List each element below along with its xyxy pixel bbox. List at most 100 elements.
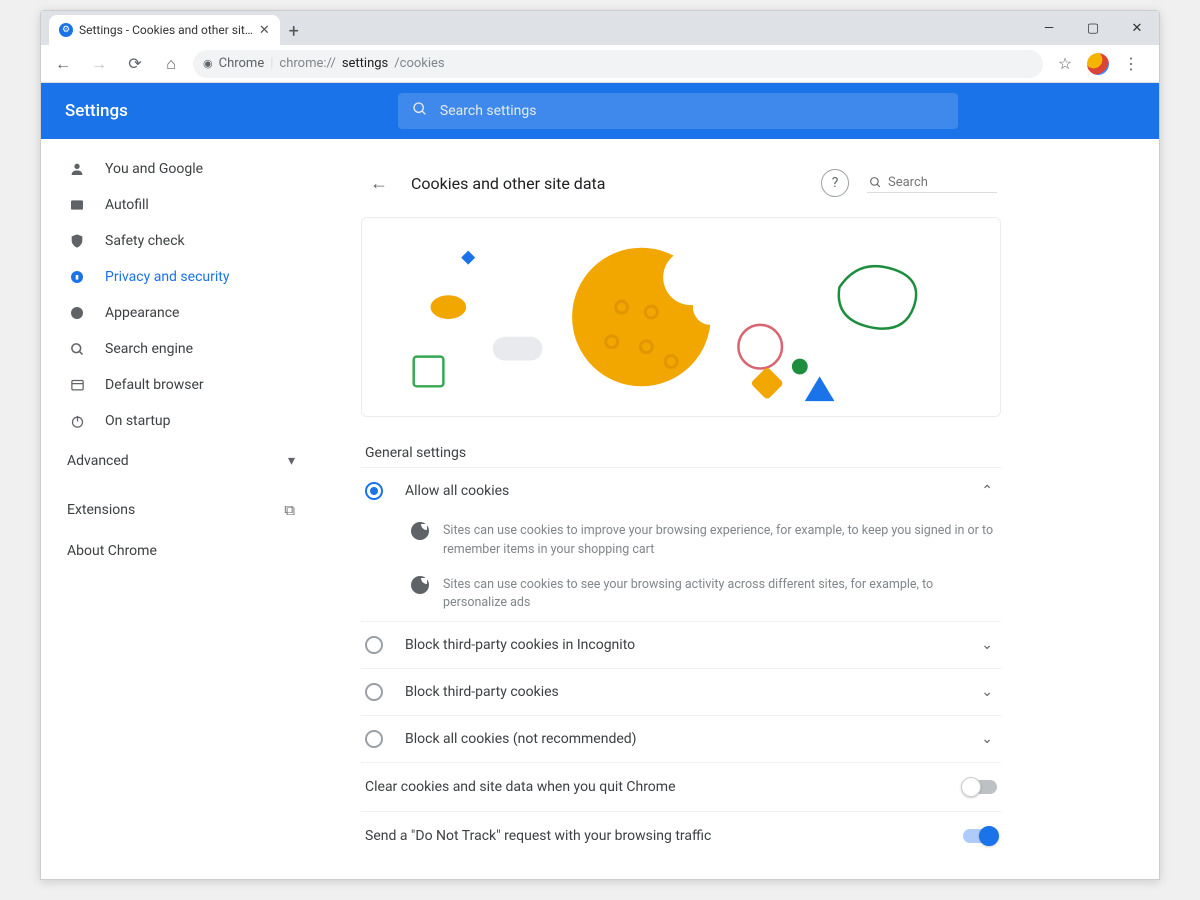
about-label: About Chrome (67, 543, 157, 559)
tab-title: Settings - Cookies and other sit… (79, 23, 253, 37)
page-search-input[interactable] (888, 175, 978, 190)
maximize-button[interactable]: ▢ (1071, 11, 1115, 45)
sidebar-item-label: Appearance (105, 305, 179, 321)
browser-menu-icon[interactable]: ⋮ (1117, 50, 1145, 78)
bookmark-star-icon[interactable]: ☆ (1051, 50, 1079, 78)
radio-label: Block third-party cookies (405, 684, 977, 700)
forward-button[interactable]: → (85, 50, 113, 78)
sidebar-item-label: Autofill (105, 197, 149, 213)
cookie-option-allow-all[interactable]: Allow all cookies ⌃ (361, 467, 1001, 514)
cookie-bullet-icon (411, 522, 429, 540)
cookie-bullet-icon (411, 576, 429, 594)
person-icon (67, 161, 87, 177)
page-back-button[interactable]: ← (365, 169, 393, 197)
option-description: Sites can use cookies to see your browsi… (361, 568, 1001, 622)
settings-search-input[interactable] (440, 103, 944, 119)
close-tab-icon[interactable]: ✕ (259, 23, 270, 38)
search-icon (67, 342, 87, 357)
home-button[interactable]: ⌂ (157, 50, 185, 78)
sidebar-extensions-link[interactable]: Extensions ⧉ (41, 489, 321, 531)
appearance-icon (67, 305, 87, 321)
autofill-icon (67, 197, 87, 213)
switch-on-icon[interactable] (963, 829, 997, 843)
extensions-label: Extensions (67, 502, 135, 518)
browser-toolbar: ← → ⟳ ⌂ ◉ Chrome | chrome://settings/coo… (41, 45, 1159, 83)
cookie-hero-illustration (361, 217, 1001, 417)
chevron-up-icon[interactable]: ⌃ (977, 483, 997, 499)
search-icon (869, 176, 882, 189)
url-host: settings (342, 56, 388, 71)
address-bar[interactable]: ◉ Chrome | chrome://settings/cookies (193, 50, 1043, 78)
toggle-label: Clear cookies and site data when you qui… (365, 779, 963, 795)
tab-strip: ⚙ Settings - Cookies and other sit… ✕ + … (41, 11, 1159, 45)
sidebar-item-autofill[interactable]: Autofill (41, 187, 321, 223)
url-scheme: chrome:// (279, 56, 335, 71)
switch-off-icon[interactable] (963, 780, 997, 794)
radio-label: Block third-party cookies in Incognito (405, 637, 977, 653)
page-title: Cookies and other site data (411, 174, 605, 193)
settings-sidebar: You and Google Autofill Safety check Pri… (41, 139, 321, 879)
shield-check-icon (67, 233, 87, 249)
description-text: Sites can use cookies to improve your br… (443, 522, 997, 560)
chevron-down-icon[interactable]: ⌄ (977, 684, 997, 700)
radio-label: Block all cookies (not recommended) (405, 731, 977, 747)
description-text: Sites can use cookies to see your browsi… (443, 576, 997, 614)
radio-unselected-icon[interactable] (365, 683, 383, 701)
page-search[interactable] (867, 173, 997, 193)
security-icon (67, 269, 87, 285)
profile-avatar[interactable] (1087, 53, 1109, 75)
cookie-option-block-3p-incognito[interactable]: Block third-party cookies in Incognito ⌄ (361, 621, 1001, 668)
sidebar-item-you-and-google[interactable]: You and Google (41, 151, 321, 187)
window-controls: — ▢ ✕ (1027, 11, 1159, 45)
option-description: Sites can use cookies to improve your br… (361, 514, 1001, 568)
sidebar-about-link[interactable]: About Chrome (41, 531, 321, 571)
advanced-label: Advanced (67, 453, 129, 469)
site-info-icon[interactable]: ◉ (203, 57, 213, 70)
sidebar-item-default-browser[interactable]: Default browser (41, 367, 321, 403)
sidebar-item-label: Search engine (105, 341, 193, 357)
toggle-clear-on-quit[interactable]: Clear cookies and site data when you qui… (361, 762, 1001, 811)
browser-window: ⚙ Settings - Cookies and other sit… ✕ + … (40, 10, 1160, 880)
chevron-down-icon: ▾ (288, 453, 295, 469)
sidebar-item-label: You and Google (105, 161, 203, 177)
new-tab-button[interactable]: + (280, 17, 308, 45)
sidebar-item-label: Safety check (105, 233, 185, 249)
sidebar-item-label: On startup (105, 413, 171, 429)
close-window-button[interactable]: ✕ (1115, 11, 1159, 45)
browser-tab[interactable]: ⚙ Settings - Cookies and other sit… ✕ (49, 15, 280, 45)
minimize-button[interactable]: — (1027, 11, 1071, 45)
url-path: /cookies (394, 56, 444, 71)
omnibox-security-label: Chrome (219, 56, 265, 71)
cookie-option-block-all[interactable]: Block all cookies (not recommended) ⌄ (361, 715, 1001, 762)
chevron-down-icon[interactable]: ⌄ (977, 637, 997, 653)
chevron-down-icon[interactable]: ⌄ (977, 731, 997, 747)
page-header: ← Cookies and other site data ? (361, 151, 1001, 209)
sidebar-item-safety-check[interactable]: Safety check (41, 223, 321, 259)
browser-icon (67, 378, 87, 393)
radio-label: Allow all cookies (405, 483, 977, 499)
search-icon (412, 101, 428, 121)
help-icon[interactable]: ? (821, 169, 849, 197)
toggle-do-not-track[interactable]: Send a "Do Not Track" request with your … (361, 811, 1001, 860)
settings-icon: ⚙ (59, 23, 73, 37)
sidebar-item-appearance[interactable]: Appearance (41, 295, 321, 331)
radio-unselected-icon[interactable] (365, 730, 383, 748)
power-icon (67, 414, 87, 429)
settings-main[interactable]: ← Cookies and other site data ? (321, 139, 1159, 879)
sidebar-item-label: Privacy and security (105, 269, 229, 285)
reload-button[interactable]: ⟳ (121, 50, 149, 78)
sidebar-item-search-engine[interactable]: Search engine (41, 331, 321, 367)
settings-header: Settings (41, 83, 1159, 139)
sidebar-advanced-toggle[interactable]: Advanced ▾ (41, 439, 321, 479)
toggle-label: Send a "Do Not Track" request with your … (365, 828, 963, 844)
sidebar-item-label: Default browser (105, 377, 204, 393)
back-button[interactable]: ← (49, 50, 77, 78)
cookie-option-block-3p[interactable]: Block third-party cookies ⌄ (361, 668, 1001, 715)
radio-unselected-icon[interactable] (365, 636, 383, 654)
settings-title: Settings (65, 101, 128, 121)
open-external-icon: ⧉ (284, 501, 295, 519)
sidebar-item-on-startup[interactable]: On startup (41, 403, 321, 439)
settings-search[interactable] (398, 93, 958, 129)
radio-selected-icon[interactable] (365, 482, 383, 500)
sidebar-item-privacy-security[interactable]: Privacy and security (41, 259, 321, 295)
